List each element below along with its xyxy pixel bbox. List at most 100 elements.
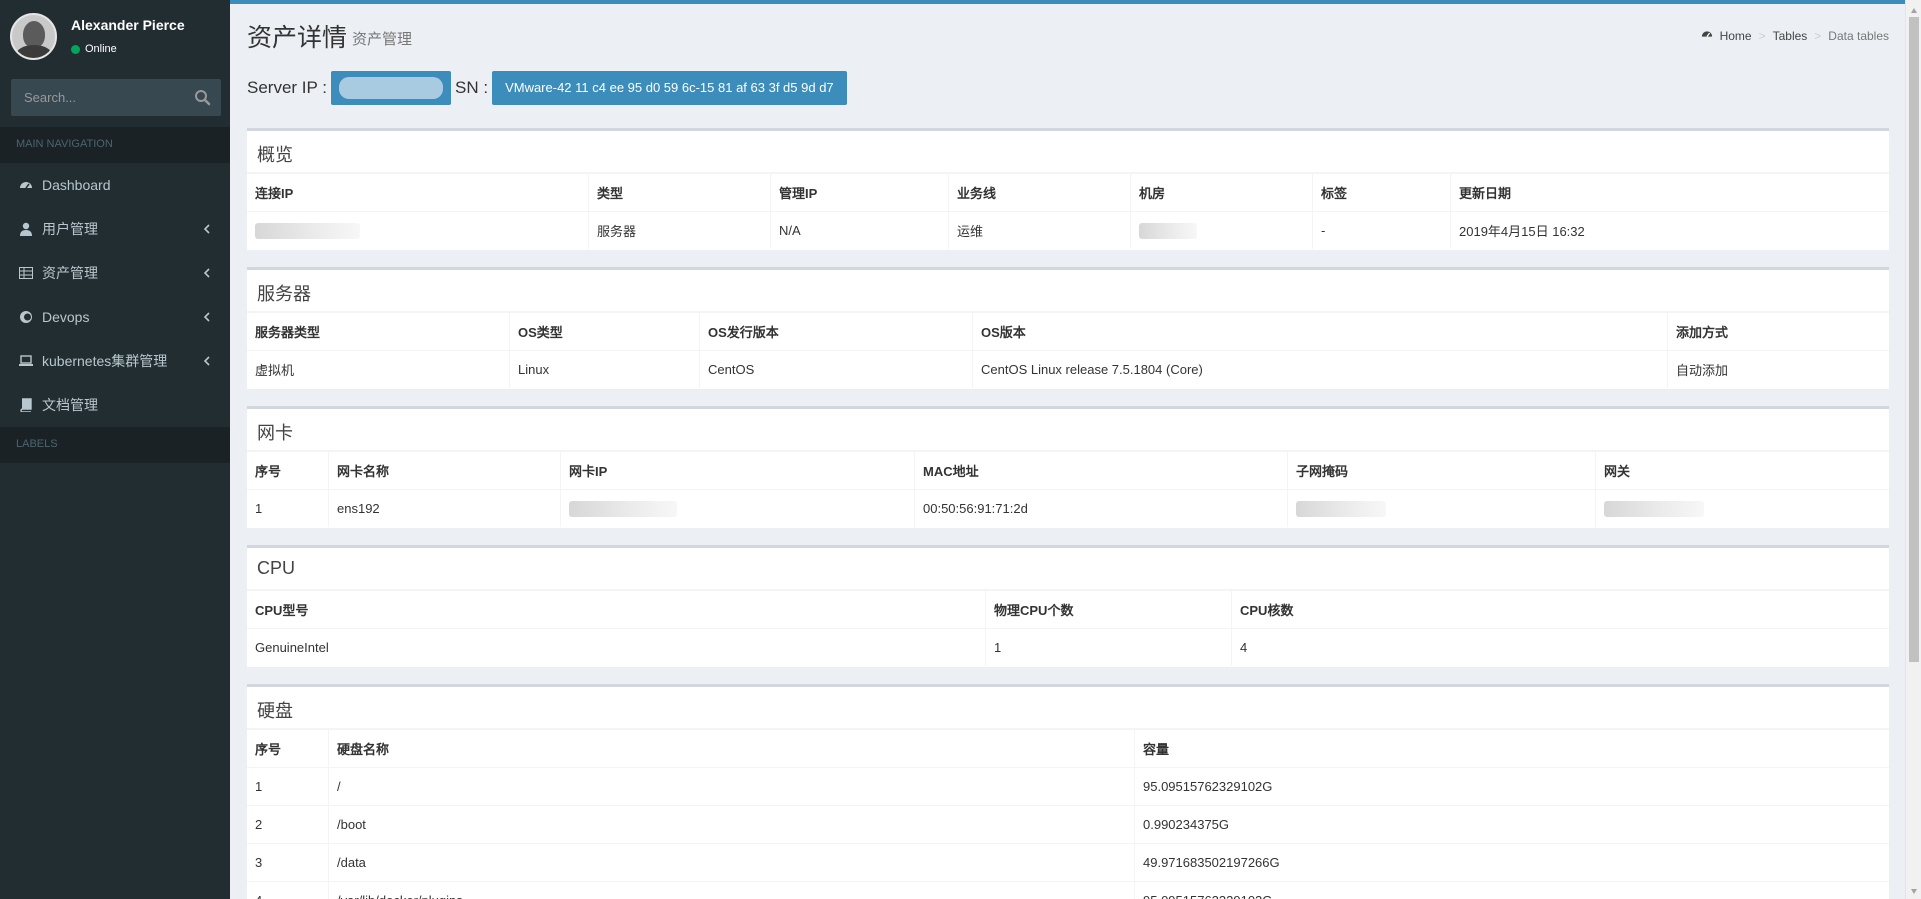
user-status: Online — [71, 43, 117, 55]
table-header-cell: 业务线 — [949, 174, 1131, 211]
sidebar-item-label: 资产管理 — [42, 265, 98, 281]
table-header-cell: 更新日期 — [1459, 186, 1512, 201]
table-cell — [1596, 490, 1889, 527]
table-row: 1 / 95.09515762329102G — [247, 767, 1889, 805]
server-ip-badge — [331, 71, 451, 105]
avatar[interactable] — [10, 13, 57, 60]
breadcrumb-home[interactable]: Home — [1720, 29, 1752, 43]
search-input[interactable] — [11, 79, 186, 116]
table-header-cell: 网关 — [1604, 464, 1631, 479]
labels-header: LABELS — [0, 427, 230, 463]
sidebar-item-devops[interactable]: Devops — [0, 295, 230, 339]
sidebar-item-dashboard[interactable]: Dashboard — [0, 163, 230, 207]
table-header-cell: OS版本 — [973, 313, 1668, 350]
book-icon — [18, 397, 34, 413]
table-cell: 49.971683502197266G — [1143, 855, 1280, 870]
sidebar-item-docs[interactable]: 文档管理 — [0, 383, 230, 427]
table-row: 4 /var/lib/docker/plugins 95.09515762329… — [247, 881, 1889, 899]
table-cell: 4 — [1240, 640, 1248, 655]
user-icon — [18, 221, 34, 237]
table-cell: 95.09515762329102G — [1135, 882, 1889, 899]
page-scrollbar[interactable] — [1905, 0, 1921, 899]
server-ip-label: Server IP : — [247, 78, 327, 97]
table-cell: - — [1313, 212, 1451, 249]
table-cell: 服务器 — [589, 212, 771, 249]
sn-label: SN : — [455, 78, 489, 97]
scroll-up-icon[interactable] — [1910, 4, 1918, 13]
table-cell: /boot — [329, 806, 1135, 843]
redacted-netmask — [1296, 500, 1386, 517]
breadcrumb-current: Data tables — [1828, 28, 1889, 43]
main-nav-header: MAIN NAVIGATION — [0, 127, 230, 163]
table-header-cell: 类型 — [589, 174, 771, 211]
sidebar-item-users[interactable]: 用户管理 — [0, 207, 230, 251]
table-cell: 自动添加 — [1676, 363, 1729, 378]
breadcrumb-separator: > — [1758, 28, 1766, 43]
online-dot-icon — [71, 44, 80, 54]
disk-box: 硬盘 序号 硬盘名称 容量 1 / 95.09515762329102G 2 /… — [247, 684, 1889, 899]
table-header-cell: MAC地址 — [915, 452, 1288, 489]
table-cell: 95.09515762329102G — [1143, 779, 1273, 794]
table-cell — [561, 490, 915, 527]
table-cell: 1 — [247, 490, 329, 527]
table-cell: ens192 — [329, 490, 561, 527]
laptop-icon — [18, 353, 34, 369]
sidebar: Alexander Pierce Online MAIN NAVIGATION … — [0, 0, 230, 899]
nic-title: 网卡 — [247, 409, 1889, 451]
breadcrumb: Home > Tables > Data tables — [1701, 28, 1889, 43]
table-cell: 2 — [247, 806, 329, 843]
server-title: 服务器 — [247, 270, 1889, 312]
breadcrumb-tables[interactable]: Tables — [1773, 29, 1808, 43]
table-cell: 4 — [247, 882, 329, 899]
cpu-title: CPU — [247, 548, 1889, 590]
redacted-ip — [255, 222, 360, 239]
table-row: 1 ens192 00:50:56:91:71:2d — [247, 489, 1889, 527]
main-content: 资产详情 资产管理 Home > Tables > Data tables Se… — [230, 4, 1905, 899]
chevron-left-icon — [202, 222, 212, 236]
table-cell: 00:50:56:91:71:2d — [915, 490, 1288, 527]
user-name: Alexander Pierce — [71, 17, 185, 33]
table-cell: 虚拟机 — [247, 351, 510, 388]
table-cell — [1131, 212, 1313, 249]
table-header-row: 连接IP 类型 管理IP 业务线 机房 标签 更新日期 — [247, 173, 1889, 211]
nic-box: 网卡 序号 网卡名称 网卡IP MAC地址 子网掩码 网关 1 ens192 0… — [247, 406, 1889, 528]
table-cell: CentOS — [700, 351, 973, 388]
table-header-cell: 物理CPU个数 — [986, 591, 1232, 628]
chevron-left-icon — [202, 354, 212, 368]
table-header-cell: 硬盘名称 — [329, 730, 1135, 767]
sn-badge: VMware-42 11 c4 ee 95 d0 59 6c-15 81 af … — [492, 71, 847, 105]
overview-title: 概览 — [247, 131, 1889, 173]
user-status-label: Online — [85, 43, 117, 55]
table-row: 2 /boot 0.990234375G — [247, 805, 1889, 843]
scroll-down-icon[interactable] — [1910, 884, 1918, 894]
table-cell: /data — [329, 844, 1135, 881]
table-cell: 0.990234375G — [1143, 817, 1230, 832]
table-header-cell: OS发行版本 — [700, 313, 973, 350]
table-header-row: CPU型号 物理CPU个数 CPU核数 — [247, 590, 1889, 628]
table-header-cell: 容量 — [1143, 742, 1170, 757]
cpu-box: CPU CPU型号 物理CPU个数 CPU核数 GenuineIntel 1 4 — [247, 545, 1889, 667]
table-cell: GenuineIntel — [247, 629, 986, 666]
table-cell — [1288, 490, 1596, 527]
page-title: 资产详情 — [247, 24, 348, 52]
chevron-left-icon — [202, 310, 212, 324]
sidebar-item-label: 用户管理 — [42, 221, 98, 237]
sidebar-item-label: 文档管理 — [42, 397, 98, 413]
table-cell: Linux — [510, 351, 700, 388]
table-cell — [247, 212, 589, 249]
table-header-cell: 网卡名称 — [329, 452, 561, 489]
table-row: 虚拟机 Linux CentOS CentOS Linux release 7.… — [247, 350, 1889, 388]
sidebar-item-assets[interactable]: 资产管理 — [0, 251, 230, 295]
search-icon[interactable] — [193, 88, 213, 108]
table-header-cell: 标签 — [1313, 174, 1451, 211]
sidebar-item-kubernetes[interactable]: kubernetes集群管理 — [0, 339, 230, 383]
table-header-row: 序号 硬盘名称 容量 — [247, 729, 1889, 767]
table-cell: /var/lib/docker/plugins — [329, 882, 1135, 899]
table-header-cell: CPU型号 — [247, 591, 986, 628]
server-info-row: Server IP : SN : VMware-42 11 c4 ee 95 d… — [247, 70, 847, 106]
chevron-left-icon — [202, 266, 212, 280]
redacted-nic-ip — [569, 500, 677, 517]
scrollbar-thumb[interactable] — [1909, 17, 1919, 662]
devops-icon — [18, 309, 34, 325]
table-cell: CentOS Linux release 7.5.1804 (Core) — [973, 351, 1668, 388]
